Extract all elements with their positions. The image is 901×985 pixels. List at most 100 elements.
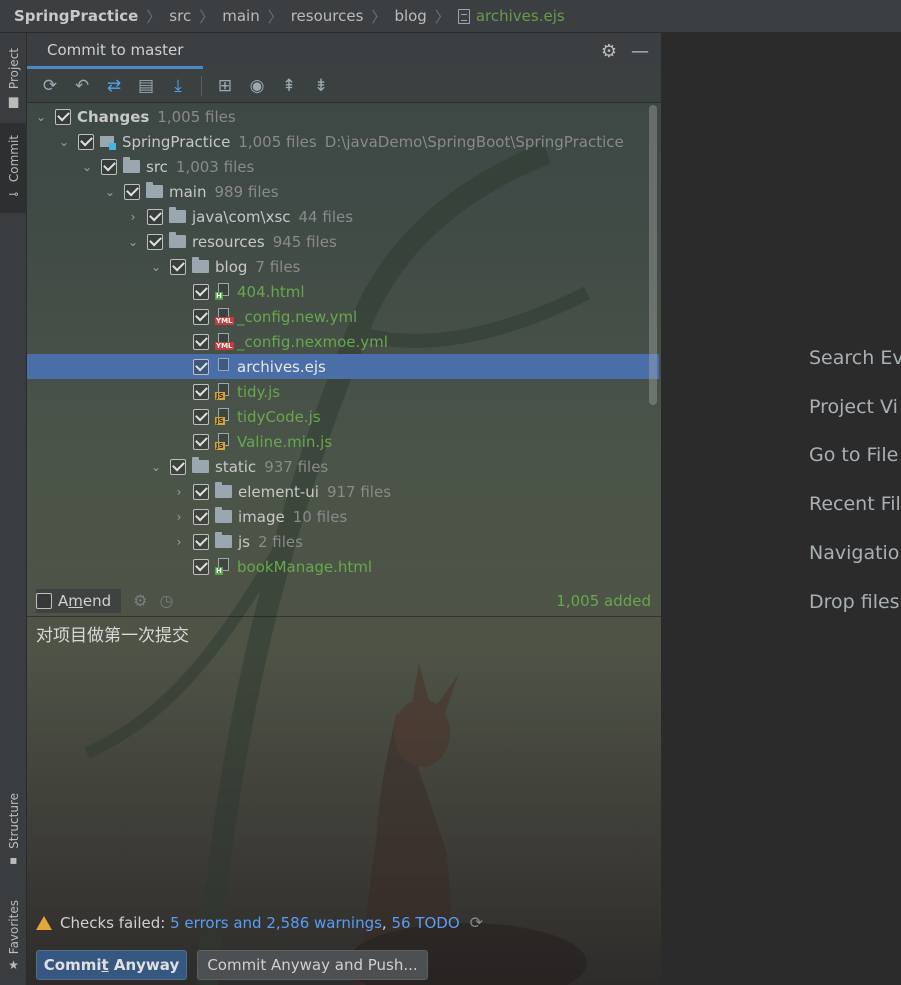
chevron-right-icon[interactable]: › [125, 210, 141, 224]
chevron-right-icon[interactable]: › [171, 485, 187, 499]
chevron-down-icon[interactable]: ⌄ [56, 135, 72, 149]
breadcrumb-separator: 〉 [371, 7, 387, 26]
chevron-down-icon[interactable]: ⌄ [33, 110, 49, 124]
tree-file-row[interactable]: YML _config.nexmoe.yml [27, 329, 647, 354]
chevron-down-icon[interactable]: ⌄ [148, 460, 164, 474]
breadcrumb-main[interactable]: main [222, 7, 259, 25]
tree-file-row[interactable]: YML _config.new.yml [27, 304, 647, 329]
tree-scrollbar[interactable] [649, 105, 657, 405]
gear-icon[interactable]: ⚙ [133, 591, 147, 610]
tool-tab-structure[interactable]: Structure ▪ [0, 785, 27, 875]
folder-icon: ▆ [8, 93, 19, 108]
clock-icon[interactable]: ◷ [160, 591, 174, 610]
minimize-icon[interactable]: — [631, 41, 649, 62]
tree-node-main[interactable]: ⌄ main 989 files [27, 179, 647, 204]
gear-icon[interactable]: ⚙ [601, 41, 617, 62]
html-file-icon: H [215, 558, 231, 575]
chevron-down-icon[interactable]: ⌄ [79, 160, 95, 174]
breadcrumb-file[interactable]: archives.ejs [476, 7, 565, 25]
checkbox[interactable] [193, 283, 209, 300]
tree-file-row-selected[interactable]: archives.ejs [27, 354, 659, 379]
chevron-down-icon[interactable]: ⌄ [102, 185, 118, 199]
checkbox[interactable] [147, 208, 163, 225]
group-by-icon[interactable]: ⊞ [212, 73, 238, 99]
tool-tab-favorites-label: Favorites [6, 899, 21, 955]
checks-todo-link[interactable]: 56 TODO [391, 914, 459, 932]
amend-checkbox-container[interactable]: Amend [36, 588, 122, 613]
tree-file-row[interactable]: JS tidy.js [27, 379, 647, 404]
breadcrumb-project[interactable]: SpringPractice [14, 7, 138, 25]
checkbox[interactable] [193, 383, 209, 400]
checkbox[interactable] [78, 133, 94, 150]
tree-node-element-ui[interactable]: › element-ui 917 files [27, 479, 647, 504]
checkbox[interactable] [193, 558, 209, 575]
eye-icon[interactable]: ◉ [244, 73, 270, 99]
tool-tab-commit[interactable]: Commit ⊸ [0, 123, 27, 213]
checkbox[interactable] [193, 408, 209, 425]
breadcrumb-blog[interactable]: blog [394, 7, 426, 25]
checkbox[interactable] [193, 308, 209, 325]
checkbox[interactable] [193, 358, 209, 375]
chevron-down-icon[interactable]: ⌄ [148, 260, 164, 274]
tree-file-row[interactable]: JS Valine.min.js [27, 429, 647, 454]
tree-node-static[interactable]: ⌄ static 937 files [27, 454, 647, 479]
tree-node-src[interactable]: ⌄ src 1,003 files [27, 154, 647, 179]
commit-anyway-and-push-button[interactable]: Commit Anyway and Push... [197, 950, 428, 980]
tool-tab-project[interactable]: Project ▆ [0, 39, 27, 117]
chevron-right-icon[interactable]: › [171, 510, 187, 524]
changes-label: Changes [77, 107, 150, 126]
checkbox[interactable] [124, 183, 140, 200]
checkbox[interactable] [147, 233, 163, 250]
tree-file-row[interactable]: H 404.html [27, 279, 647, 304]
tree-node-changes[interactable]: ⌄ Changes 1,005 files [27, 104, 647, 129]
breadcrumb-src[interactable]: src [169, 7, 191, 25]
tab-commit-to-master[interactable]: Commit to master [27, 33, 204, 69]
file-name: tidyCode.js [237, 407, 321, 426]
html-file-icon: H [215, 283, 231, 300]
amend-checkbox[interactable] [36, 592, 52, 609]
checks-errors-link[interactable]: 5 errors and 2,586 warnings [170, 914, 382, 932]
tree-node-resources[interactable]: ⌄ resources 945 files [27, 229, 647, 254]
panel-header: Commit to master ⚙ — [27, 33, 661, 69]
tree-file-row[interactable]: JS tidyCode.js [27, 404, 647, 429]
checkbox[interactable] [193, 483, 209, 500]
yml-file-icon: YML [215, 333, 234, 350]
checkbox[interactable] [193, 508, 209, 525]
checkbox[interactable] [193, 333, 209, 350]
collapse-all-icon[interactable]: ⇟ [308, 73, 334, 99]
rollback-icon[interactable]: ↶ [69, 73, 95, 99]
expand-all-icon[interactable]: ⇞ [276, 73, 302, 99]
hint-recent-files: Recent Fil [809, 493, 901, 515]
tree-node-image[interactable]: › image 10 files [27, 504, 647, 529]
changelist-icon[interactable]: ▤ [133, 73, 159, 99]
commit-message-input[interactable]: 对项目做第一次提交 [36, 621, 189, 646]
tool-tab-structure-label: Structure [6, 793, 21, 849]
tool-tab-favorites[interactable]: Favorites ★ [0, 891, 27, 981]
tree-file-row[interactable]: H bookManage.html [27, 554, 647, 579]
chevron-right-icon[interactable]: › [171, 535, 187, 549]
hint-drop-files: Drop files [809, 591, 900, 613]
breadcrumb-resources[interactable]: resources [291, 7, 364, 25]
show-diff-icon[interactable]: ⇄ [101, 73, 127, 99]
tree-node-project[interactable]: ⌄ SpringPractice 1,005 files D:\javaDemo… [27, 129, 647, 154]
checkbox[interactable] [101, 158, 117, 175]
tree-node-java[interactable]: › java\com\xsc 44 files [27, 204, 647, 229]
checkbox[interactable] [193, 533, 209, 550]
tree-node-blog[interactable]: ⌄ blog 7 files [27, 254, 647, 279]
folder-icon [192, 257, 209, 273]
update-icon[interactable]: ⤓ [165, 73, 191, 99]
tree-node-js[interactable]: › js 2 files [27, 529, 647, 554]
chevron-down-icon[interactable]: ⌄ [125, 235, 141, 249]
project-icon [100, 134, 116, 150]
file-name: Valine.min.js [237, 432, 333, 451]
checkbox[interactable] [55, 108, 71, 125]
commit-panel: Commit to master ⚙ — ⟳ ↶ ⇄ ▤ ⤓ ⊞ ◉ ⇞ ⇟ ⌄… [27, 33, 661, 985]
checks-status: Checks failed: 5 errors and 2,586 warnin… [36, 913, 483, 932]
checkbox[interactable] [170, 258, 186, 275]
rerun-icon[interactable]: ⟳ [470, 913, 483, 932]
checkbox[interactable] [193, 433, 209, 450]
folder-icon [169, 207, 186, 223]
commit-anyway-button[interactable]: Commi t Anyway [36, 950, 187, 980]
checkbox[interactable] [170, 458, 186, 475]
refresh-icon[interactable]: ⟳ [37, 73, 63, 99]
